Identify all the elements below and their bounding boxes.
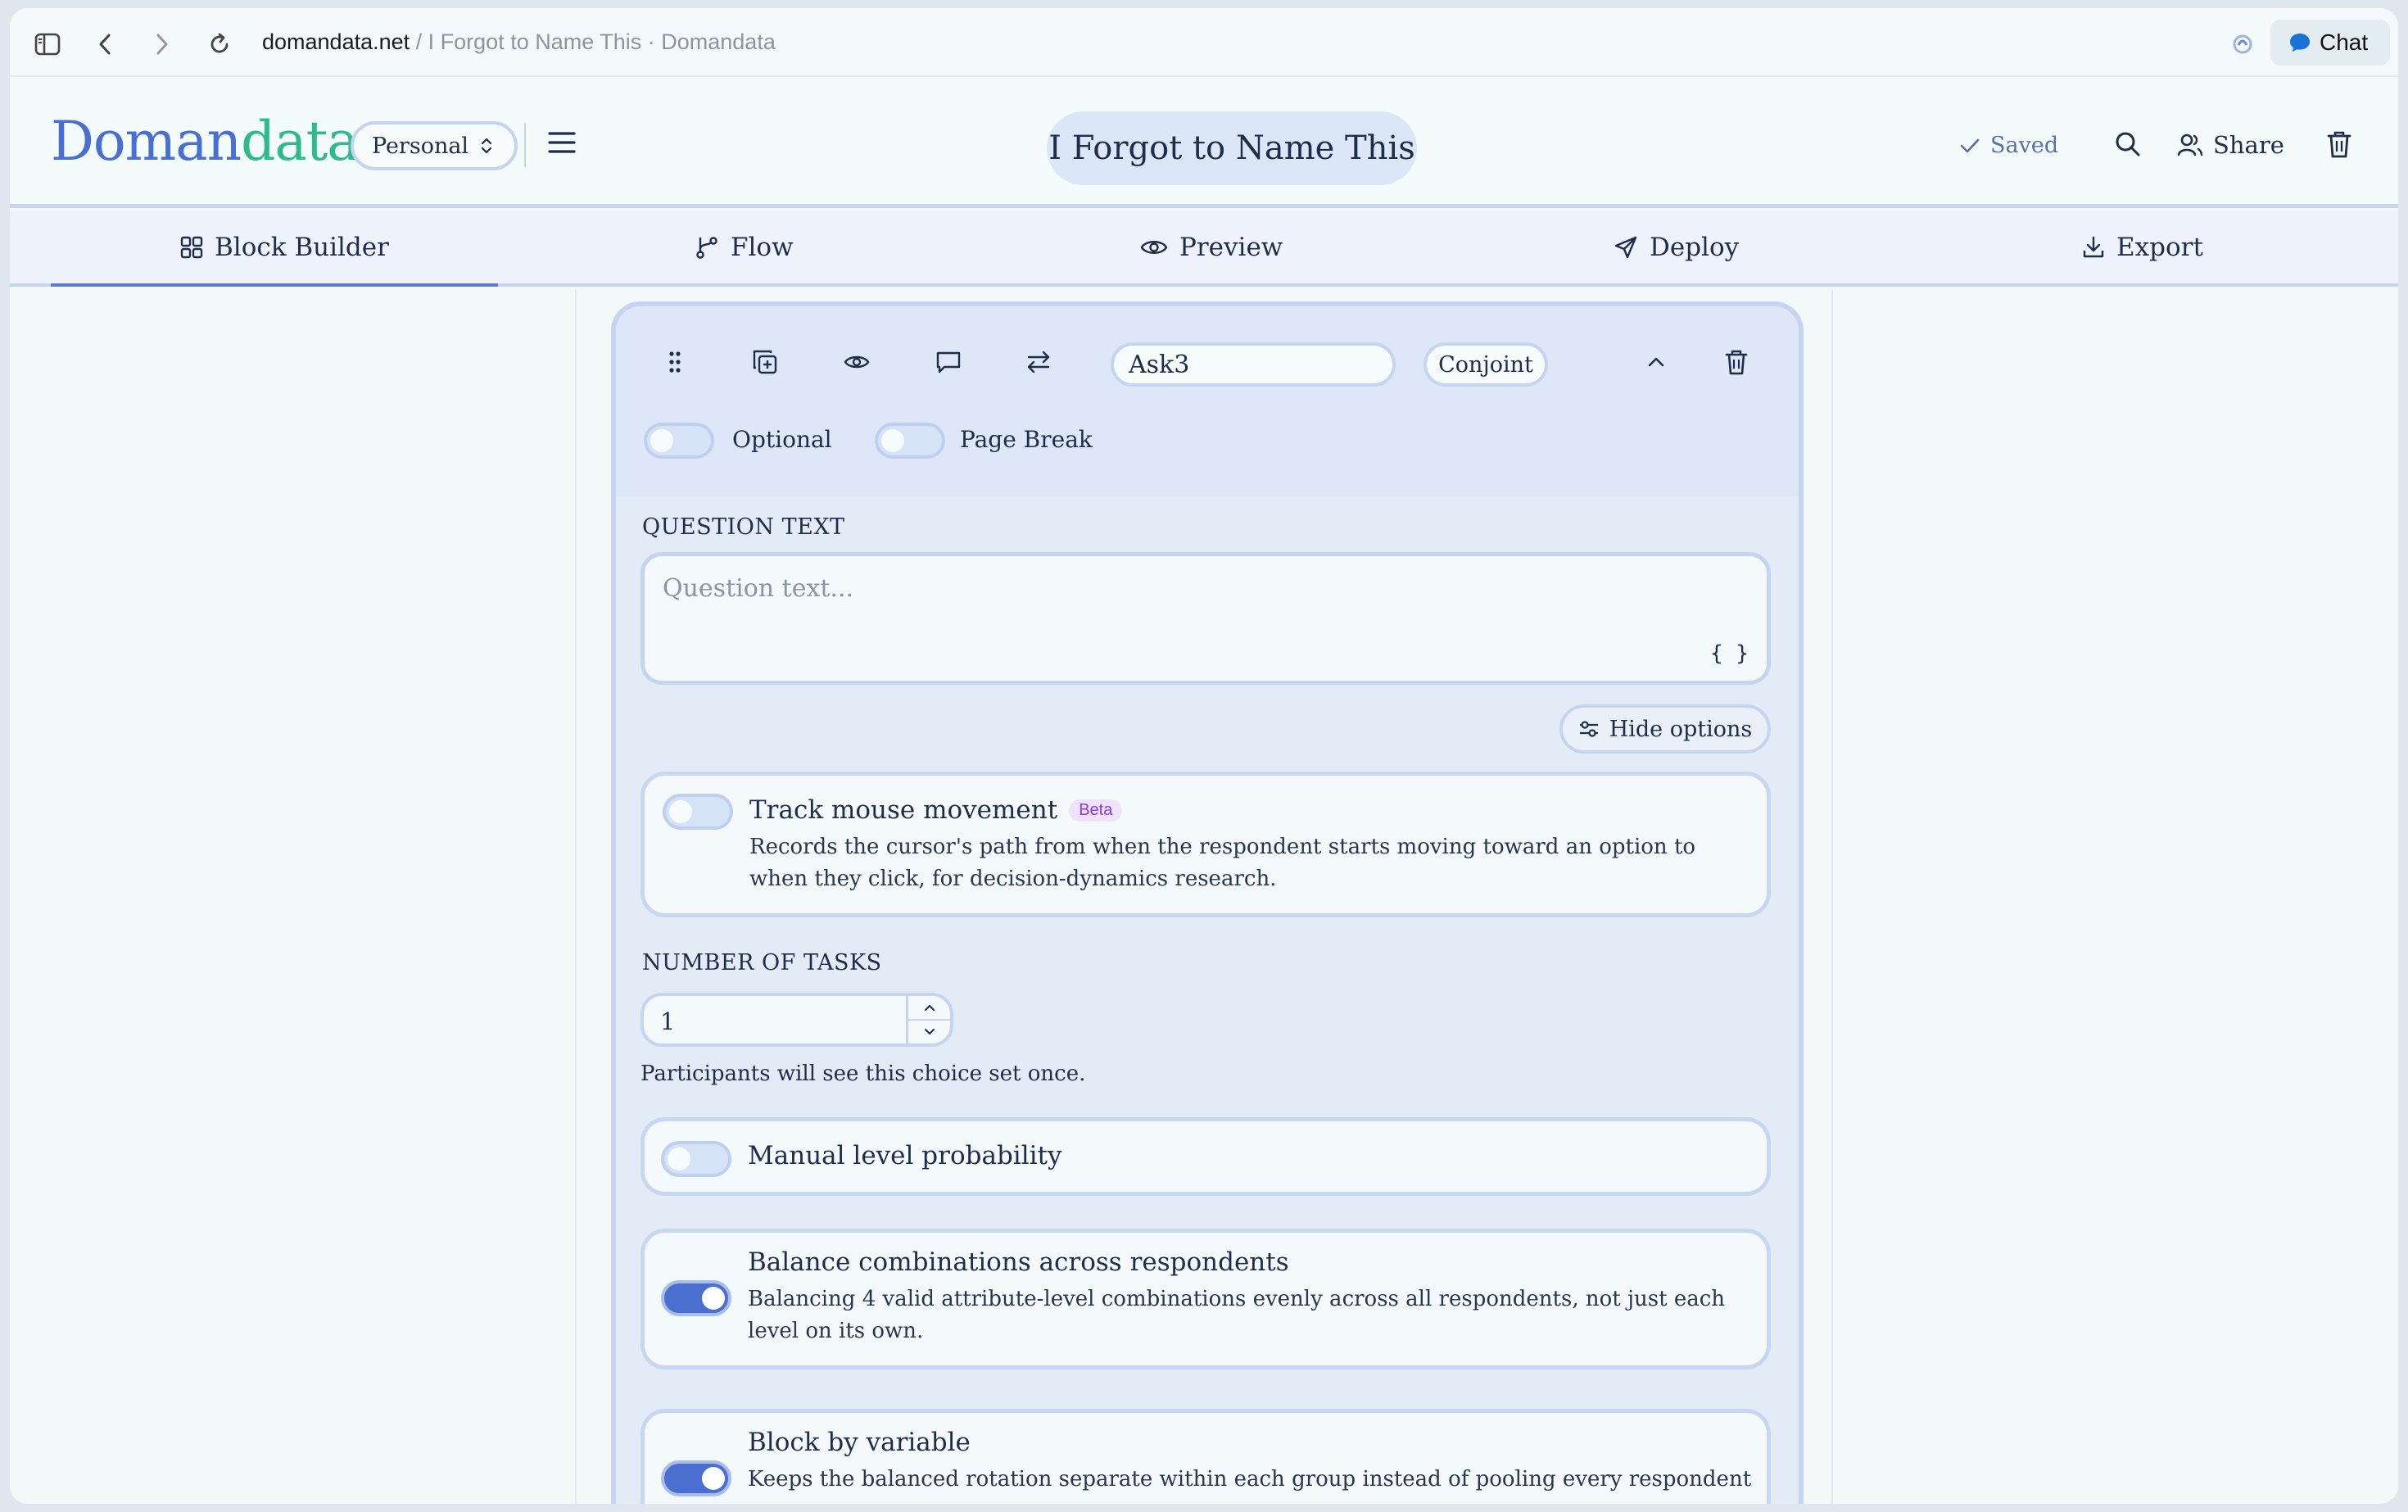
check-icon: [1960, 138, 1980, 152]
increment-icon[interactable]: [908, 996, 950, 1019]
track-mouse-title-text: Track mouse movement: [749, 795, 1058, 825]
tab-preview[interactable]: Preview: [1140, 211, 1283, 283]
header-divider: [524, 123, 526, 167]
reload-icon[interactable]: [200, 25, 239, 64]
trash-icon[interactable]: [2326, 129, 2359, 162]
tab-label: Block Builder: [215, 233, 389, 262]
block-by-variable-toggle[interactable]: [661, 1460, 731, 1496]
question-text-label: QUESTION TEXT: [642, 514, 845, 540]
tab-block-builder[interactable]: Block Builder: [51, 211, 498, 287]
drag-handle-icon[interactable]: [657, 344, 693, 380]
beta-badge: Beta: [1069, 799, 1123, 822]
eye-icon: [1140, 241, 1168, 254]
address-bar[interactable]: domandata.net / I Forgot to Name This · …: [262, 29, 776, 55]
page-break-toggle[interactable]: [875, 423, 945, 459]
download-icon: [2083, 236, 2104, 258]
logo[interactable]: Domandata: [51, 110, 360, 173]
tab-label: Deploy: [1650, 233, 1740, 262]
workspace-label: Personal: [372, 133, 469, 159]
swap-icon[interactable]: [1021, 344, 1057, 380]
duplicate-icon[interactable]: [747, 344, 783, 380]
tab-deploy[interactable]: Deploy: [1614, 211, 1739, 283]
tasks-help-text: Participants will see this choice set on…: [640, 1062, 1086, 1086]
url-page-title: I Forgot to Name This · Domandata: [428, 29, 776, 54]
branch-icon: [696, 237, 717, 259]
stepper-buttons: [906, 996, 950, 1043]
tab-label: Flow: [731, 233, 794, 262]
balance-title: Balance combinations across respondents: [748, 1247, 1289, 1277]
menu-icon[interactable]: [547, 129, 586, 162]
chevron-updown-icon: [481, 138, 492, 154]
visibility-icon[interactable]: [839, 344, 875, 380]
url-domain: domandata.net: [262, 29, 410, 54]
extension-icon[interactable]: [2231, 33, 2254, 56]
logo-part-1: Doman: [51, 110, 242, 173]
chat-button[interactable]: Chat: [2270, 20, 2390, 66]
insert-variable-button[interactable]: { }: [1710, 641, 1749, 666]
block-card: Ask3 Conjoint Optional Page Break QUESTI…: [611, 301, 1804, 1504]
block-by-variable-option: Block by variable Keeps the balanced rot…: [640, 1409, 1771, 1504]
chat-bubble-icon: [2290, 34, 2310, 52]
saved-label: Saved: [1990, 133, 2059, 158]
balance-toggle[interactable]: [661, 1280, 731, 1316]
track-mouse-title: Track mouse movement Beta: [749, 795, 1123, 825]
tab-bar: Block Builder Flow Preview Deploy Export: [10, 211, 2398, 287]
send-icon: [1614, 236, 1637, 259]
track-mouse-option: Track mouse movement Beta Records the cur…: [640, 772, 1771, 917]
tasks-value: 1: [660, 1007, 676, 1035]
page-break-label: Page Break: [960, 426, 1093, 453]
block-toolbar: [616, 306, 1799, 496]
back-icon[interactable]: [85, 25, 124, 64]
chat-label: Chat: [2320, 29, 2369, 55]
optional-toggle[interactable]: [644, 423, 714, 459]
delete-block-icon[interactable]: [1718, 344, 1754, 380]
column-divider: [575, 290, 577, 1504]
manual-level-toggle[interactable]: [661, 1141, 731, 1177]
block-by-variable-desc: Keeps the balanced rotation separate wit…: [748, 1467, 1752, 1492]
column-divider: [1831, 290, 1833, 1504]
comment-icon[interactable]: [930, 344, 966, 380]
track-mouse-desc: Records the cursor's path from when the …: [749, 835, 1696, 891]
balance-desc: Balancing 4 valid attribute-level combin…: [748, 1287, 1726, 1343]
decrement-icon[interactable]: [908, 1021, 950, 1043]
browser-window: domandata.net / I Forgot to Name This · …: [10, 8, 2398, 1504]
share-button[interactable]: Share: [2177, 131, 2284, 159]
question-text-field[interactable]: Question text... { }: [640, 552, 1771, 685]
manual-level-title: Manual level probability: [748, 1141, 1062, 1170]
user-icon: [2177, 134, 2203, 156]
tasks-label: NUMBER OF TASKS: [642, 950, 882, 976]
saved-status: Saved: [1959, 133, 2058, 158]
collapse-chevron-icon[interactable]: [1638, 344, 1674, 380]
tasks-stepper[interactable]: 1: [640, 993, 953, 1047]
builder-canvas: Ask3 Conjoint Optional Page Break QUESTI…: [10, 290, 2398, 1504]
tab-label: Export: [2116, 233, 2203, 262]
sidebar-toggle-icon[interactable]: [28, 25, 67, 64]
url-separator: /: [410, 29, 428, 54]
manual-level-option: Manual level probability: [640, 1117, 1771, 1196]
tab-label: Preview: [1179, 233, 1283, 262]
forward-icon[interactable]: [143, 25, 182, 64]
workspace-select[interactable]: Personal: [351, 121, 518, 170]
question-placeholder: Question text...: [663, 574, 854, 603]
sliders-icon: [1579, 721, 1598, 737]
hide-options-button[interactable]: Hide options: [1559, 704, 1771, 754]
block-by-variable-title: Block by variable: [748, 1428, 971, 1457]
track-mouse-toggle[interactable]: [663, 794, 733, 830]
browser-toolbar: domandata.net / I Forgot to Name This · …: [10, 8, 2398, 77]
search-icon[interactable]: [2113, 129, 2146, 162]
survey-title[interactable]: I Forgot to Name This: [1047, 111, 1417, 185]
logo-part-2: data: [241, 110, 359, 173]
block-name-input[interactable]: Ask3: [1111, 342, 1396, 387]
share-label: Share: [2213, 131, 2284, 159]
tab-export[interactable]: Export: [2082, 211, 2203, 283]
app-header: Domandata Personal I Forgot to Name This…: [10, 79, 2398, 208]
balance-option: Balance combinations across respondents …: [640, 1229, 1771, 1369]
optional-label: Optional: [732, 426, 832, 453]
grid-icon: [180, 236, 203, 259]
hide-options-label: Hide options: [1609, 716, 1753, 742]
block-type-badge[interactable]: Conjoint: [1424, 342, 1548, 387]
tab-flow[interactable]: Flow: [695, 211, 794, 283]
